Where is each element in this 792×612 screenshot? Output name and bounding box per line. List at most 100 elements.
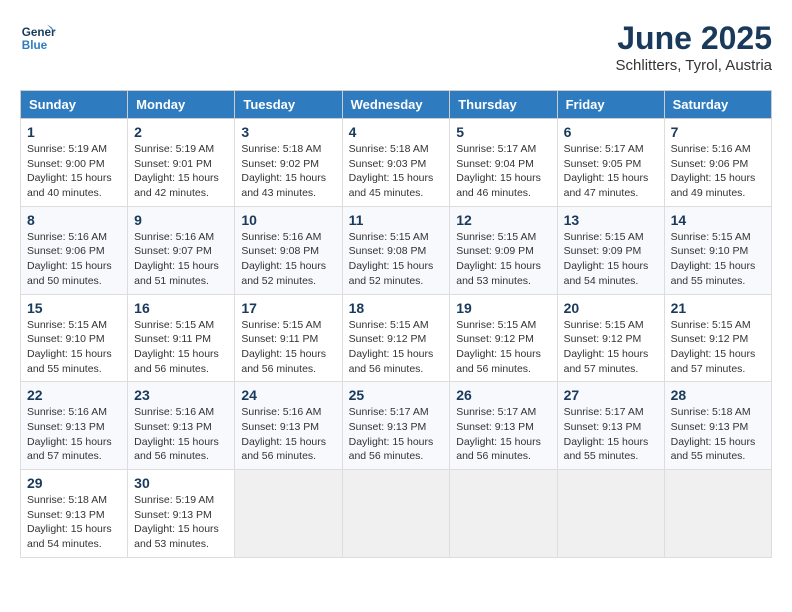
- calendar-cell: 11 Sunrise: 5:15 AM Sunset: 9:08 PM Dayli…: [342, 206, 450, 294]
- day-info: Sunrise: 5:19 AM Sunset: 9:01 PM Dayligh…: [134, 142, 228, 201]
- calendar-week-row: 22 Sunrise: 5:16 AM Sunset: 9:13 PM Dayli…: [21, 382, 772, 470]
- calendar-cell: 9 Sunrise: 5:16 AM Sunset: 9:07 PM Daylig…: [128, 206, 235, 294]
- calendar-cell: 25Sunrise: 5:17 AM Sunset: 9:13 PM Dayli…: [342, 382, 450, 470]
- day-info: Sunrise: 5:16 AM Sunset: 9:07 PM Dayligh…: [134, 230, 228, 289]
- calendar-cell: 8 Sunrise: 5:16 AM Sunset: 9:06 PM Daylig…: [21, 206, 128, 294]
- day-info: Sunrise: 5:15 AM Sunset: 9:12 PM Dayligh…: [564, 318, 658, 377]
- calendar-cell: [235, 470, 342, 558]
- calendar-week-row: 15 Sunrise: 5:15 AM Sunset: 9:10 PM Dayli…: [21, 294, 772, 382]
- calendar-cell: 12Sunrise: 5:15 AM Sunset: 9:09 PM Dayli…: [450, 206, 557, 294]
- day-info: Sunrise: 5:17 AM Sunset: 9:13 PM Dayligh…: [456, 405, 550, 464]
- day-number: 30: [134, 475, 228, 491]
- calendar-header-monday: Monday: [128, 91, 235, 119]
- day-number: 4: [349, 124, 444, 140]
- day-number: 25: [349, 387, 444, 403]
- calendar-week-row: 8 Sunrise: 5:16 AM Sunset: 9:06 PM Daylig…: [21, 206, 772, 294]
- calendar-cell: 16 Sunrise: 5:15 AM Sunset: 9:11 PM Dayli…: [128, 294, 235, 382]
- day-info: Sunrise: 5:19 AM Sunset: 9:00 PM Dayligh…: [27, 142, 121, 201]
- day-info: Sunrise: 5:16 AM Sunset: 9:06 PM Dayligh…: [671, 142, 765, 201]
- day-number: 16: [134, 300, 228, 316]
- calendar-header-thursday: Thursday: [450, 91, 557, 119]
- day-info: Sunrise: 5:17 AM Sunset: 9:13 PM Dayligh…: [564, 405, 658, 464]
- calendar-cell: 17 Sunrise: 5:15 AM Sunset: 9:11 PM Dayli…: [235, 294, 342, 382]
- day-number: 22: [27, 387, 121, 403]
- day-info: Sunrise: 5:16 AM Sunset: 9:08 PM Dayligh…: [241, 230, 335, 289]
- calendar-cell: [557, 470, 664, 558]
- calendar-cell: 20 Sunrise: 5:15 AM Sunset: 9:12 PM Dayli…: [557, 294, 664, 382]
- calendar-header-sunday: Sunday: [21, 91, 128, 119]
- day-number: 15: [27, 300, 121, 316]
- day-number: 13: [564, 212, 658, 228]
- calendar-cell: 7 Sunrise: 5:16 AM Sunset: 9:06 PM Daylig…: [664, 119, 771, 207]
- day-number: 14: [671, 212, 765, 228]
- day-info: Sunrise: 5:17 AM Sunset: 9:04 PM Dayligh…: [456, 142, 550, 201]
- day-number: 19: [456, 300, 550, 316]
- location-subtitle: Schlitters, Tyrol, Austria: [616, 57, 772, 74]
- month-title: June 2025: [616, 20, 772, 57]
- logo: General Blue: [20, 20, 56, 56]
- calendar-cell: 3Sunrise: 5:18 AM Sunset: 9:02 PM Daylig…: [235, 119, 342, 207]
- day-number: 7: [671, 124, 765, 140]
- day-number: 27: [564, 387, 658, 403]
- calendar-cell: 27 Sunrise: 5:17 AM Sunset: 9:13 PM Dayli…: [557, 382, 664, 470]
- day-number: 2: [134, 124, 228, 140]
- calendar-cell: 23 Sunrise: 5:16 AM Sunset: 9:13 PM Dayli…: [128, 382, 235, 470]
- day-number: 23: [134, 387, 228, 403]
- day-number: 26: [456, 387, 550, 403]
- day-info: Sunrise: 5:17 AM Sunset: 9:05 PM Dayligh…: [564, 142, 658, 201]
- day-info: Sunrise: 5:15 AM Sunset: 9:12 PM Dayligh…: [671, 318, 765, 377]
- day-info: Sunrise: 5:15 AM Sunset: 9:10 PM Dayligh…: [671, 230, 765, 289]
- day-number: 18: [349, 300, 444, 316]
- day-number: 24: [241, 387, 335, 403]
- day-number: 8: [27, 212, 121, 228]
- day-number: 17: [241, 300, 335, 316]
- calendar-cell: 15 Sunrise: 5:15 AM Sunset: 9:10 PM Dayli…: [21, 294, 128, 382]
- calendar-cell: 30 Sunrise: 5:19 AM Sunset: 9:13 PM Dayli…: [128, 470, 235, 558]
- day-info: Sunrise: 5:18 AM Sunset: 9:13 PM Dayligh…: [27, 493, 121, 552]
- day-info: Sunrise: 5:15 AM Sunset: 9:11 PM Dayligh…: [241, 318, 335, 377]
- day-number: 11: [349, 212, 444, 228]
- day-info: Sunrise: 5:16 AM Sunset: 9:13 PM Dayligh…: [241, 405, 335, 464]
- calendar-cell: 10 Sunrise: 5:16 AM Sunset: 9:08 PM Dayli…: [235, 206, 342, 294]
- calendar-cell: 14 Sunrise: 5:15 AM Sunset: 9:10 PM Dayli…: [664, 206, 771, 294]
- calendar-cell: 4 Sunrise: 5:18 AM Sunset: 9:03 PM Daylig…: [342, 119, 450, 207]
- day-number: 6: [564, 124, 658, 140]
- calendar-header-friday: Friday: [557, 91, 664, 119]
- calendar-cell: 6 Sunrise: 5:17 AM Sunset: 9:05 PM Daylig…: [557, 119, 664, 207]
- day-info: Sunrise: 5:15 AM Sunset: 9:09 PM Dayligh…: [564, 230, 658, 289]
- day-info: Sunrise: 5:16 AM Sunset: 9:13 PM Dayligh…: [134, 405, 228, 464]
- calendar-header-wednesday: Wednesday: [342, 91, 450, 119]
- calendar-cell: 22 Sunrise: 5:16 AM Sunset: 9:13 PM Dayli…: [21, 382, 128, 470]
- calendar-week-row: 1 Sunrise: 5:19 AM Sunset: 9:00 PM Daylig…: [21, 119, 772, 207]
- day-info: Sunrise: 5:18 AM Sunset: 9:13 PM Dayligh…: [671, 405, 765, 464]
- calendar-cell: 19 Sunrise: 5:15 AM Sunset: 9:12 PM Dayli…: [450, 294, 557, 382]
- day-number: 5: [456, 124, 550, 140]
- day-info: Sunrise: 5:15 AM Sunset: 9:08 PM Dayligh…: [349, 230, 444, 289]
- day-number: 20: [564, 300, 658, 316]
- day-info: Sunrise: 5:16 AM Sunset: 9:13 PM Dayligh…: [27, 405, 121, 464]
- calendar-cell: 24 Sunrise: 5:16 AM Sunset: 9:13 PM Dayli…: [235, 382, 342, 470]
- day-info: Sunrise: 5:19 AM Sunset: 9:13 PM Dayligh…: [134, 493, 228, 552]
- day-number: 12: [456, 212, 550, 228]
- calendar-cell: 1 Sunrise: 5:19 AM Sunset: 9:00 PM Daylig…: [21, 119, 128, 207]
- svg-text:Blue: Blue: [22, 39, 48, 52]
- day-info: Sunrise: 5:15 AM Sunset: 9:11 PM Dayligh…: [134, 318, 228, 377]
- calendar-cell: [664, 470, 771, 558]
- day-info: Sunrise: 5:15 AM Sunset: 9:12 PM Dayligh…: [456, 318, 550, 377]
- calendar-cell: 28 Sunrise: 5:18 AM Sunset: 9:13 PM Dayli…: [664, 382, 771, 470]
- day-info: Sunrise: 5:18 AM Sunset: 9:03 PM Dayligh…: [349, 142, 444, 201]
- day-number: 1: [27, 124, 121, 140]
- day-info: Sunrise: 5:15 AM Sunset: 9:10 PM Dayligh…: [27, 318, 121, 377]
- calendar-header-tuesday: Tuesday: [235, 91, 342, 119]
- calendar-header-saturday: Saturday: [664, 91, 771, 119]
- calendar-table: SundayMondayTuesdayWednesdayThursdayFrid…: [20, 90, 772, 558]
- day-number: 28: [671, 387, 765, 403]
- calendar-header-row: SundayMondayTuesdayWednesdayThursdayFrid…: [21, 91, 772, 119]
- calendar-cell: 26 Sunrise: 5:17 AM Sunset: 9:13 PM Dayli…: [450, 382, 557, 470]
- logo-icon: General Blue: [20, 20, 56, 56]
- day-info: Sunrise: 5:16 AM Sunset: 9:06 PM Dayligh…: [27, 230, 121, 289]
- day-number: 9: [134, 212, 228, 228]
- day-number: 10: [241, 212, 335, 228]
- calendar-week-row: 29Sunrise: 5:18 AM Sunset: 9:13 PM Dayli…: [21, 470, 772, 558]
- header: General Blue June 2025 Schlitters, Tyrol…: [20, 20, 772, 74]
